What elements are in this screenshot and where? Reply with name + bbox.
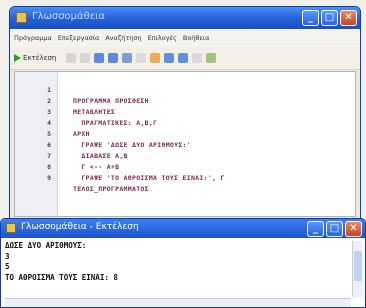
horizontal-scrollbar[interactable] — [5, 298, 351, 307]
play-icon — [14, 54, 21, 62]
toolbar: Εκτέλεση — [10, 47, 360, 70]
maximize-button[interactable]: □ — [321, 10, 338, 26]
app-icon — [6, 223, 16, 233]
open-icon[interactable] — [150, 53, 161, 63]
output-line: ΤΟ ΑΘΡΟΙΣΜΑ ΤΟΥΣ ΕΙΝΑΙ: 8 — [5, 272, 118, 282]
output-window-title: Γλωσσομάθεια - Εκτέλεση — [21, 222, 139, 232]
code-text: ΤΕΛΟΣ_ΠΡΟΓΡΑΜΜΑΤΟΣ — [73, 185, 149, 193]
paste-icon[interactable] — [94, 53, 105, 63]
redo-icon[interactable] — [178, 53, 189, 63]
editor-titlebar[interactable]: Γλωσσομάθεια _ □ ✕ — [10, 7, 360, 29]
close-button[interactable]: ✕ — [345, 221, 362, 237]
code-editor[interactable]: 1 ΠΡΟΓΡΑΜΜΑ ΠΡΟΣΘΕΣΗ 2 ΜΕΤΑΒΛΗΤΕΣ 3 ΠΡΑΓ… — [14, 71, 356, 217]
minimize-button[interactable]: _ — [302, 10, 319, 26]
code-text: ΜΕΤΑΒΛΗΤΕΣ — [73, 108, 116, 116]
code-text: ΠΡΑΓΜΑΤΙΚΕΣ: Α,Β,Γ — [73, 119, 158, 127]
minimize-button[interactable]: _ — [307, 221, 324, 237]
maximize-button[interactable]: □ — [326, 221, 343, 237]
code-line: 8 ΓΡΑΨΕ 'ΤΟ ΑΘΡΟΙΣΜΑ ΤΟΥΣ ΕΙΝΑΙ:', Γ — [15, 151, 224, 182]
output-line: ΔΩΣΕ ΔΥΟ ΑΡΙΘΜΟΥΣ: — [5, 241, 87, 250]
code-text: ΓΡΑΨΕ 'ΔΩΣΕ ΔΥΟ ΑΡΙΘΜΟΥΣ:' — [73, 141, 191, 149]
run-label: Εκτέλεση — [23, 54, 57, 62]
code-text: Γ <-- Α+Β — [73, 163, 120, 171]
code-text: ΔΙΑΒΑΣΕ Α,Β — [73, 152, 128, 160]
output-window: Γλωσσομάθεια - Εκτέλεση _ □ ✕ ΔΩΣΕ ΔΥΟ Α… — [0, 218, 366, 308]
code-line: 9 ΤΕΛΟΣ_ΠΡΟΓΡΑΜΜΑΤΟΣ — [15, 162, 148, 193]
run-button[interactable]: Εκτέλεση — [14, 54, 56, 62]
line-number: 9 — [47, 174, 51, 182]
output-line: 5 — [5, 262, 10, 271]
code-text: ΠΡΟΓΡΑΜΜΑ ΠΡΟΣΘΕΣΗ — [73, 97, 149, 105]
code-text: ΑΡΧΗ — [73, 130, 90, 138]
code-line: 1 ΠΡΟΓΡΑΜΜΑ ΠΡΟΣΘΕΣΗ — [15, 74, 148, 105]
output-line: 3 — [5, 251, 10, 261]
undo-icon[interactable] — [164, 53, 175, 63]
menu-help[interactable]: Βοήθεια — [183, 34, 210, 42]
save-icon[interactable] — [108, 53, 119, 63]
output-titlebar[interactable]: Γλωσσομάθεια - Εκτέλεση _ □ ✕ — [1, 219, 365, 238]
menu-search[interactable]: Αναζήτηση — [105, 34, 141, 42]
menu-edit[interactable]: Επεξεργασία — [58, 34, 100, 42]
app-icon — [16, 12, 27, 23]
code-line: 6 ΔΙΑΒΑΣΕ Α,Β — [15, 129, 127, 160]
code-line: 5 ΓΡΑΨΕ 'ΔΩΣΕ ΔΥΟ ΑΡΙΘΜΟΥΣ:' — [15, 118, 191, 149]
settings-icon[interactable] — [206, 53, 217, 63]
find-icon[interactable] — [122, 53, 133, 63]
editor-window: Γλωσσομάθεια _ □ ✕ Πρόγραμμα Επεξεργασία… — [9, 6, 361, 220]
menu-options[interactable]: Επιλογές — [148, 34, 177, 42]
code-line: 4 ΑΡΧΗ — [15, 107, 89, 138]
cut-icon[interactable] — [66, 53, 77, 63]
code-line: 2 ΜΕΤΑΒΛΗΤΕΣ — [15, 85, 115, 116]
close-button[interactable]: ✕ — [340, 10, 357, 26]
back-icon[interactable] — [192, 53, 203, 63]
scroll-thumb[interactable] — [354, 251, 362, 281]
menu-program[interactable]: Πρόγραμμα — [14, 34, 52, 42]
code-line: 3 ΠΡΑΓΜΑΤΙΚΕΣ: Α,Β,Γ — [15, 96, 157, 127]
code-line: 7 Γ <-- Α+Β — [15, 140, 119, 171]
code-text: ΓΡΑΨΕ 'ΤΟ ΑΘΡΟΙΣΜΑ ΤΟΥΣ ΕΙΝΑΙ:', Γ — [73, 174, 225, 182]
add-icon[interactable] — [136, 53, 147, 63]
output-console[interactable]: ΔΩΣΕ ΔΥΟ ΑΡΙΘΜΟΥΣ: 3 5 ΤΟ ΑΘΡΟΙΣΜΑ ΤΟΥΣ … — [5, 241, 351, 301]
vertical-scrollbar[interactable] — [352, 241, 363, 297]
copy-icon[interactable] — [80, 53, 91, 63]
editor-window-title: Γλωσσομάθεια — [32, 11, 106, 22]
menu-bar: Πρόγραμμα Επεξεργασία Αναζήτηση Επιλογές… — [10, 29, 360, 47]
